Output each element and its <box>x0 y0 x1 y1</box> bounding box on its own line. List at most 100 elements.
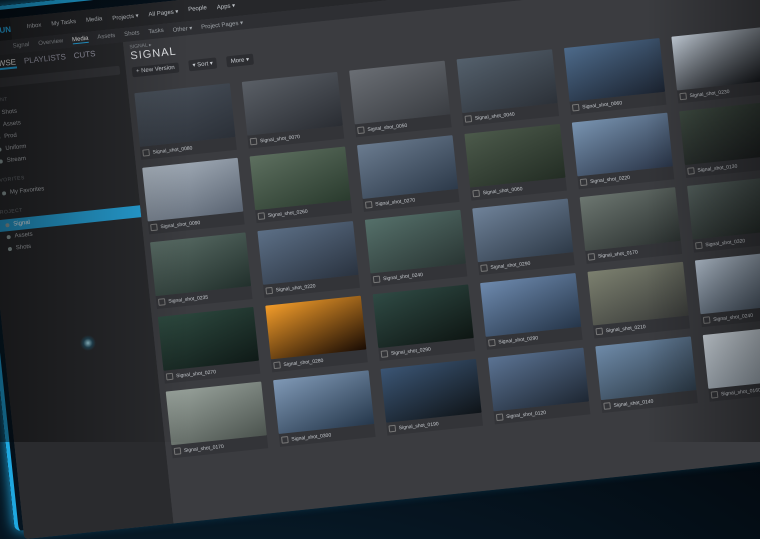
sort-button[interactable]: ▾ Sort ▾ <box>188 57 217 71</box>
media-card[interactable]: Signal_shot_0190 <box>381 359 483 436</box>
topnav-item[interactable]: Media <box>86 16 103 25</box>
media-card[interactable]: Signal_shot_0210 <box>587 262 689 339</box>
project-nav-item[interactable]: Other ▾ <box>172 24 192 33</box>
thumbnail-image[interactable] <box>580 187 681 251</box>
select-checkbox[interactable] <box>250 138 258 146</box>
select-checkbox[interactable] <box>388 425 396 433</box>
media-card[interactable]: Signal_shot_0230 <box>671 27 760 104</box>
media-card[interactable]: Signal_shot_0240 <box>365 210 467 287</box>
thumbnail-image[interactable] <box>242 72 343 136</box>
media-card[interactable]: Signal_shot_0290 <box>480 273 582 350</box>
thumbnail-image[interactable] <box>273 370 374 434</box>
media-card[interactable]: Signal_shot_0320 <box>687 176 760 253</box>
project-nav-item[interactable]: Signal <box>12 42 29 50</box>
media-card[interactable]: Signal_shot_0140 <box>595 336 697 413</box>
select-checkbox[interactable] <box>465 115 473 123</box>
media-card[interactable]: Signal_shot_0170 <box>580 187 682 264</box>
media-card[interactable]: Signal_shot_0270 <box>357 135 459 212</box>
more-button[interactable]: More ▾ <box>226 54 253 68</box>
select-checkbox[interactable] <box>603 402 611 410</box>
thumbnail-image[interactable] <box>166 382 267 446</box>
select-checkbox[interactable] <box>572 104 580 112</box>
media-card[interactable]: Signal_shot_0300 <box>273 370 375 447</box>
topnav-item[interactable]: My Tasks <box>51 18 77 28</box>
project-nav-item[interactable]: Assets <box>97 33 116 41</box>
thumbnail-image[interactable] <box>158 307 259 371</box>
sidebar-tab[interactable]: CUTS <box>73 49 96 62</box>
thumbnail-image[interactable] <box>250 146 351 210</box>
thumbnail-image[interactable] <box>381 359 482 423</box>
topnav-item[interactable]: Apps ▾ <box>216 2 235 11</box>
media-card[interactable]: Signal_shot_0235 <box>150 232 252 309</box>
media-card[interactable]: Signal_shot_0240 <box>695 250 760 327</box>
sidebar-tab[interactable]: BROWSE <box>0 57 17 72</box>
thumbnail-image[interactable] <box>595 336 696 400</box>
media-card[interactable]: Signal_shot_0120 <box>488 348 590 425</box>
thumbnail-image[interactable] <box>564 38 665 102</box>
media-card[interactable]: Signal_shot_0070 <box>242 72 344 149</box>
thumbnail-image[interactable] <box>357 135 458 199</box>
thumbnail-image[interactable] <box>679 101 760 165</box>
media-card[interactable]: Signal_shot_0260 <box>250 146 352 223</box>
select-checkbox[interactable] <box>687 167 695 175</box>
thumbnail-image[interactable] <box>695 250 760 314</box>
thumbnail-image[interactable] <box>373 284 474 348</box>
select-checkbox[interactable] <box>711 391 719 399</box>
media-card[interactable]: Signal_shot_0050 <box>349 61 451 138</box>
select-checkbox[interactable] <box>142 149 150 157</box>
select-checkbox[interactable] <box>472 190 480 198</box>
media-card[interactable]: Signal_shot_0130 <box>679 101 760 178</box>
topnav-item[interactable]: All Pages ▾ <box>148 8 179 18</box>
project-nav-item[interactable]: Project Pages ▾ <box>201 19 244 30</box>
thumbnail-image[interactable] <box>572 113 673 177</box>
select-checkbox[interactable] <box>679 93 687 101</box>
thumbnail-image[interactable] <box>464 124 565 188</box>
project-nav-item[interactable]: Shots <box>124 30 140 38</box>
thumbnail-image[interactable] <box>703 325 760 389</box>
project-nav-item[interactable]: Overview <box>38 38 64 47</box>
thumbnail-image[interactable] <box>265 296 366 360</box>
thumbnail-image[interactable] <box>671 27 760 91</box>
thumbnail-image[interactable] <box>687 176 760 240</box>
new-version-button[interactable]: + New Version <box>132 62 180 77</box>
select-checkbox[interactable] <box>595 328 603 336</box>
media-card[interactable]: Signal_shot_0220 <box>257 221 359 298</box>
media-card[interactable]: Signal_shot_0280 <box>265 296 367 373</box>
select-checkbox[interactable] <box>695 242 703 250</box>
thumbnail-image[interactable] <box>587 262 688 326</box>
project-nav-item[interactable]: Media <box>72 35 89 44</box>
media-card[interactable]: Signal_shot_0290 <box>373 284 475 361</box>
select-checkbox[interactable] <box>265 287 273 295</box>
media-card[interactable]: Signal_shot_0220 <box>572 113 674 190</box>
topnav-item[interactable]: People <box>188 5 207 14</box>
thumbnail-image[interactable] <box>472 198 573 262</box>
thumbnail-image[interactable] <box>480 273 581 337</box>
select-checkbox[interactable] <box>496 413 504 421</box>
select-checkbox[interactable] <box>373 276 381 284</box>
select-checkbox[interactable] <box>150 224 158 232</box>
select-checkbox[interactable] <box>273 361 281 369</box>
thumbnail-image[interactable] <box>365 210 466 274</box>
select-checkbox[interactable] <box>480 264 488 272</box>
select-checkbox[interactable] <box>381 350 389 358</box>
select-checkbox[interactable] <box>580 178 588 186</box>
thumbnail-image[interactable] <box>488 348 589 412</box>
select-checkbox[interactable] <box>166 373 174 381</box>
select-checkbox[interactable] <box>281 436 289 444</box>
media-card[interactable]: Signal_shot_0040 <box>457 49 559 126</box>
select-checkbox[interactable] <box>258 212 266 220</box>
thumbnail-image[interactable] <box>457 49 558 113</box>
media-card[interactable]: Signal_shot_0290 <box>472 198 574 275</box>
select-checkbox[interactable] <box>588 253 596 261</box>
select-checkbox[interactable] <box>174 447 182 455</box>
topnav-item[interactable]: Projects ▾ <box>112 12 139 22</box>
select-checkbox[interactable] <box>365 201 373 209</box>
media-card[interactable]: Signal_shot_0080 <box>134 83 236 160</box>
media-card[interactable]: Signal_shot_0160 <box>703 325 760 402</box>
thumbnail-image[interactable] <box>349 61 450 125</box>
media-card[interactable]: Signal_shot_0270 <box>158 307 260 384</box>
topnav-item[interactable]: Inbox <box>26 22 41 30</box>
sidebar-tab[interactable]: PLAYLISTS <box>23 52 66 67</box>
media-card[interactable]: Signal_shot_0090 <box>142 158 244 235</box>
media-card[interactable]: Signal_shot_0060 <box>564 38 666 115</box>
